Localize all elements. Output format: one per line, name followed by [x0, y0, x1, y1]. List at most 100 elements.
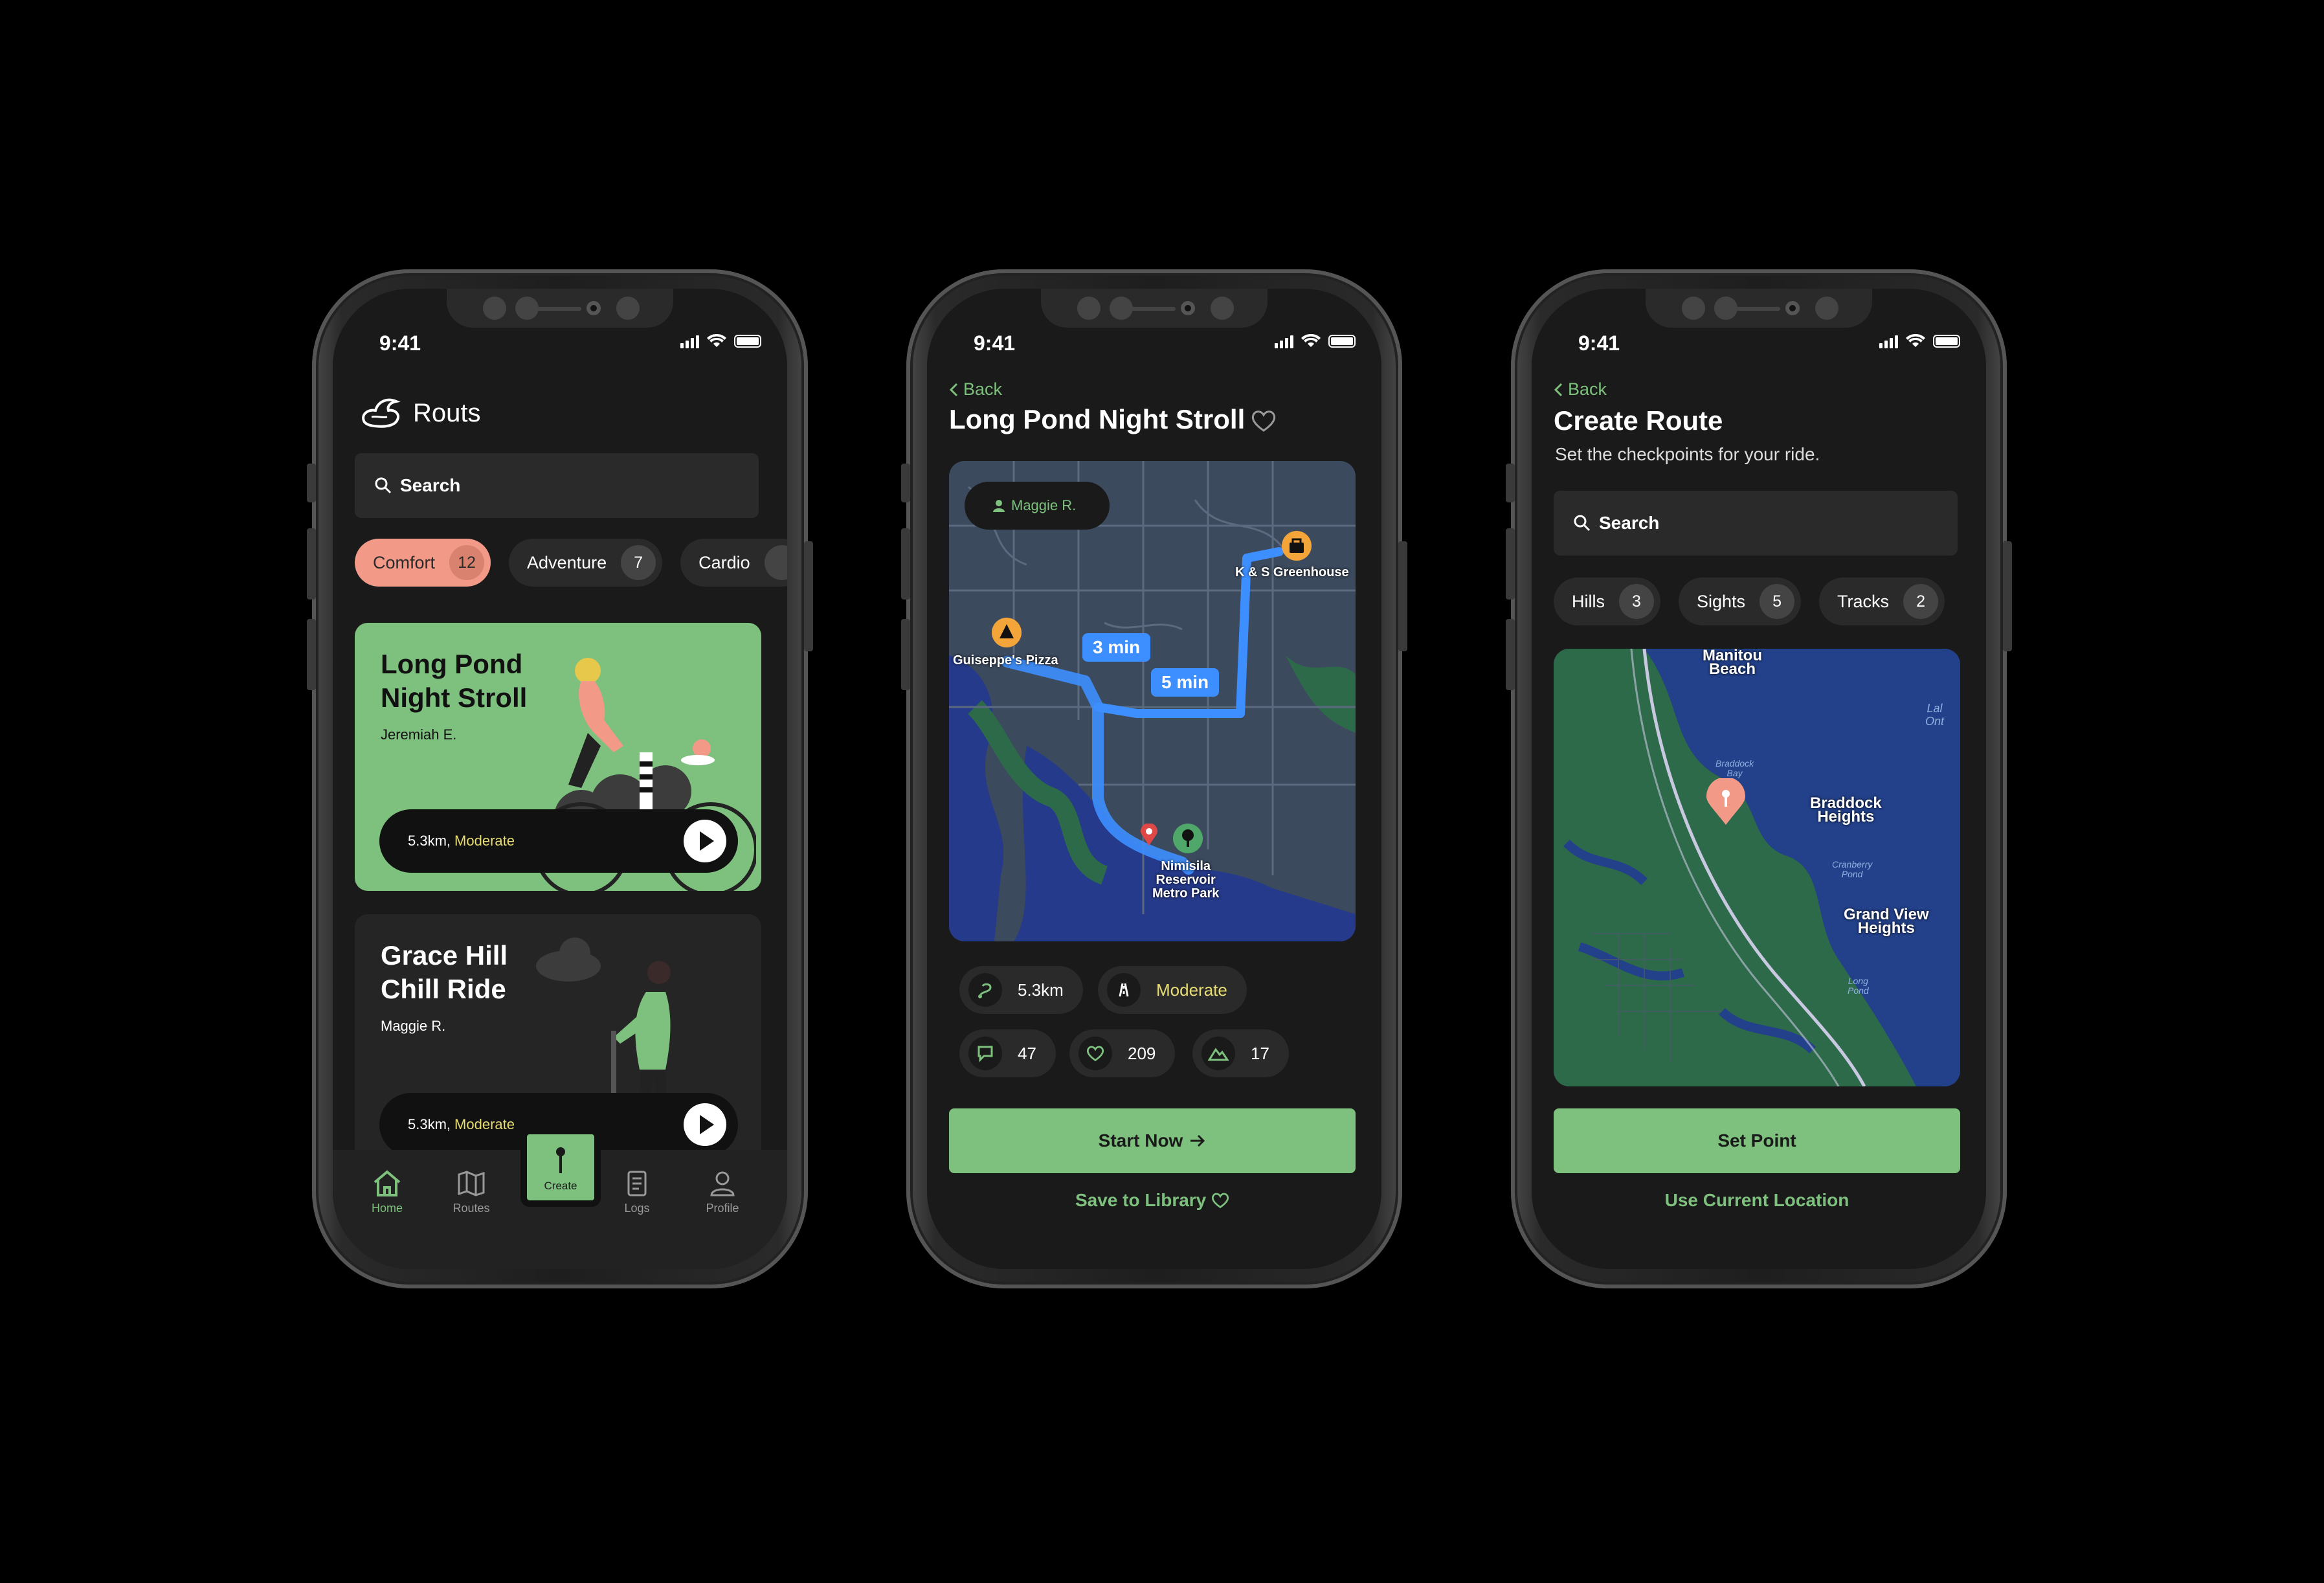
pin-icon [1141, 824, 1157, 846]
place-label: Lal Ont [1925, 702, 1944, 728]
author-pill[interactable]: Maggie R. [965, 482, 1110, 530]
card-title: Grace Hill Chill Ride [381, 939, 508, 1006]
pizza-icon [992, 618, 1022, 647]
search-placeholder: Search [1599, 513, 1660, 533]
wifi-icon [707, 334, 726, 347]
signal-icon [680, 334, 699, 348]
location-map[interactable]: Manitou Beach Braddock Heights Grand View H… [1554, 649, 1960, 1086]
search-icon [1574, 515, 1591, 532]
place-line: Beach [1708, 660, 1756, 678]
start-now-button[interactable]: Start Now [949, 1108, 1356, 1173]
card-distance: 5.3km, [408, 1116, 451, 1132]
stat-elevation: 17 [1192, 1029, 1289, 1077]
author-name: Maggie R. [1011, 497, 1077, 513]
chip-label: Tracks [1837, 591, 1890, 611]
phone-create-route: 9:41 Back Create Route Set the checkpoin… [1506, 269, 2012, 1288]
set-point-button[interactable]: Set Point [1554, 1108, 1960, 1173]
stat-difficulty: Moderate [1098, 966, 1247, 1014]
poi-line: Reservoir [1156, 873, 1216, 887]
travel-time-bubble: 5 min [1151, 668, 1220, 697]
route-card[interactable]: Long Pond Night Stroll Jeremiah E. 5.3km,… [355, 623, 761, 891]
search-input[interactable]: Search [355, 453, 759, 518]
tab-routes[interactable]: Routes [439, 1169, 504, 1215]
chip-label: Adventure [527, 552, 607, 572]
status-time: 9:41 [379, 331, 421, 355]
search-icon [375, 477, 392, 494]
place-label: Braddock Heights [1810, 796, 1882, 825]
stat-value: Moderate [1156, 980, 1227, 1000]
pin-icon [1706, 778, 1745, 825]
poi-line: Nimisila [1161, 859, 1211, 873]
comment-icon [978, 1046, 993, 1062]
signal-icon [1879, 334, 1898, 348]
card-author: Jeremiah E. [381, 726, 457, 743]
chip-adventure[interactable]: Adventure 7 [509, 539, 663, 587]
tab-home[interactable]: Home [355, 1169, 419, 1215]
status-icons [1275, 334, 1356, 348]
chip-comfort[interactable]: Comfort 12 [355, 539, 491, 587]
poi-label: Guiseppe's Pizza [953, 653, 1058, 668]
place-label: Cranberry Pond [1832, 860, 1872, 879]
category-chips: Hills 3 Sights 5 Tracks 2 [1554, 578, 1945, 625]
back-button[interactable]: Back [1554, 379, 1607, 399]
signal-icon [1275, 334, 1293, 348]
tab-logs[interactable]: Logs [605, 1169, 669, 1215]
place-label: Braddock Bay [1715, 759, 1754, 778]
place-line: Braddock [1715, 758, 1754, 769]
chip-hills[interactable]: Hills 3 [1554, 578, 1660, 625]
tab-label: Routes [453, 1202, 490, 1215]
card-title-line1: Grace Hill [381, 940, 508, 971]
chip-label: Hills [1572, 591, 1605, 611]
status-icons [1879, 334, 1960, 348]
chip-tracks[interactable]: Tracks 2 [1819, 578, 1945, 625]
card-title-line2: Chill Ride [381, 974, 506, 1004]
card-difficulty: Moderate [454, 1116, 515, 1132]
tab-profile[interactable]: Profile [690, 1169, 755, 1215]
place-line: Heights [1817, 808, 1875, 825]
home-icon [374, 1170, 401, 1196]
rabbit-logo-icon [362, 398, 401, 428]
play-button[interactable] [684, 1103, 726, 1146]
place-line: Bay [1726, 768, 1743, 778]
card-distance: 5.3km, [408, 833, 451, 849]
tab-label: Logs [624, 1202, 650, 1215]
heart-icon[interactable] [1251, 409, 1277, 432]
screen-route-detail: 9:41 Back Long Pond Night Stroll Maggie … [927, 289, 1381, 1269]
place-line: Ont [1925, 715, 1945, 728]
tab-label: Profile [706, 1202, 739, 1215]
stat-value: 209 [1128, 1043, 1156, 1063]
heart-icon [1086, 1046, 1104, 1062]
chip-cardio[interactable]: Cardio [680, 539, 787, 587]
pin-icon [556, 1147, 565, 1173]
chip-count: 7 [621, 545, 656, 580]
save-to-library-link[interactable]: Save to Library [949, 1190, 1356, 1211]
heart-icon [1212, 1193, 1229, 1209]
route-map[interactable]: Maggie R. K & S Greenhouse Guiseppe's Pi… [949, 461, 1356, 941]
page-subtitle: Set the checkpoints for your ride. [1555, 444, 1820, 464]
stat-comments: 47 [959, 1029, 1056, 1077]
battery-icon [1933, 335, 1960, 348]
chip-sights[interactable]: Sights 5 [1679, 578, 1802, 625]
place-line: Lal [1927, 702, 1943, 715]
card-info-bar: 5.3km, Moderate [379, 809, 738, 873]
phone-home: 9:41 Routs Search Comfort 12 Adventure 7 C… [307, 269, 813, 1288]
card-difficulty: Moderate [454, 833, 515, 849]
wifi-icon [1906, 334, 1925, 347]
chip-label: Cardio [698, 552, 750, 572]
tab-label: Home [371, 1202, 403, 1215]
status-icons [680, 334, 761, 348]
chevron-left-icon [1554, 383, 1563, 396]
poi-line: Metro Park [1152, 886, 1220, 901]
play-button[interactable] [684, 820, 726, 862]
use-current-location-link[interactable]: Use Current Location [1554, 1190, 1960, 1211]
create-button[interactable]: Create [520, 1128, 601, 1207]
card-title-line1: Long Pond [381, 649, 523, 679]
back-button[interactable]: Back [949, 379, 1002, 399]
card-title-line2: Night Stroll [381, 682, 528, 713]
stat-distance: 5.3km [959, 966, 1083, 1014]
button-label: Start Now [1098, 1130, 1183, 1151]
search-input[interactable]: Search [1554, 491, 1958, 556]
phone-route-detail: 9:41 Back Long Pond Night Stroll Maggie … [901, 269, 1407, 1288]
search-placeholder: Search [400, 475, 461, 495]
card-author: Maggie R. [381, 1018, 446, 1034]
